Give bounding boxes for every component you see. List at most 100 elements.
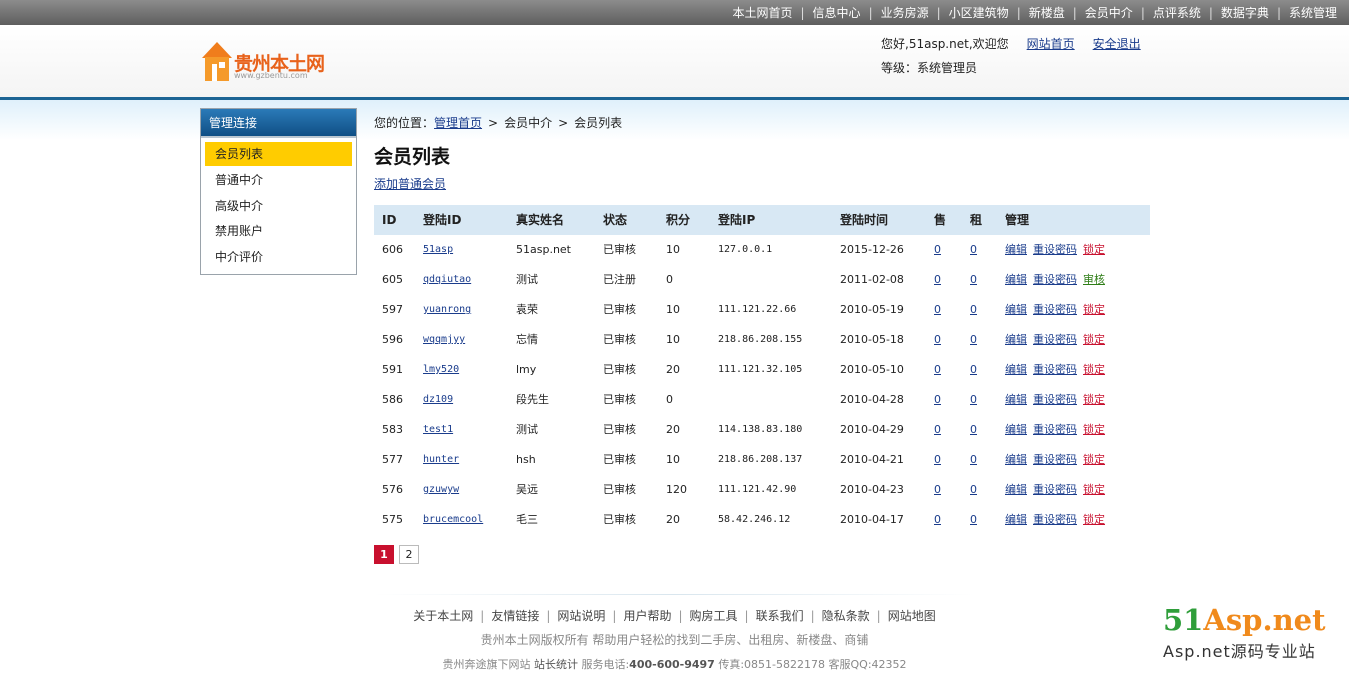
topnav-item-reviews[interactable]: 点评系统	[1153, 4, 1201, 21]
edit-link[interactable]: 编辑	[1005, 513, 1027, 526]
reset-password-link[interactable]: 重设密码	[1033, 393, 1077, 406]
cell-sell-link[interactable]: 0	[934, 355, 941, 385]
edit-link[interactable]: 编辑	[1005, 393, 1027, 406]
reset-password-link[interactable]: 重设密码	[1033, 423, 1077, 436]
lock-link[interactable]: 锁定	[1083, 453, 1105, 466]
cell-sell-link[interactable]: 0	[934, 325, 941, 355]
reset-password-link[interactable]: 重设密码	[1033, 483, 1077, 496]
edit-link[interactable]: 编辑	[1005, 243, 1027, 256]
cell-rent-link[interactable]: 0	[970, 325, 977, 355]
top-nav: 本土网首页 | 信息中心 | 业务房源 | 小区建筑物 | 新楼盘 | 会员中介…	[732, 0, 1337, 25]
footer-link-help[interactable]: 用户帮助	[623, 609, 671, 623]
cell-rent-link[interactable]: 0	[970, 235, 977, 265]
cell-manage: 编辑 重设密码 锁定	[1005, 235, 1111, 265]
reset-password-link[interactable]: 重设密码	[1033, 513, 1077, 526]
cell-login-id-link[interactable]: qdqiutao	[423, 265, 471, 295]
cell-sell-link[interactable]: 0	[934, 385, 941, 415]
cell-rent-link[interactable]: 0	[970, 295, 977, 325]
reset-password-link[interactable]: 重设密码	[1033, 363, 1077, 376]
cell-rent-link[interactable]: 0	[970, 385, 977, 415]
topnav-item-members[interactable]: 会员中介	[1085, 4, 1133, 21]
lock-link[interactable]: 锁定	[1083, 513, 1105, 526]
cell-score: 10	[666, 453, 680, 466]
cell-login-id-link[interactable]: test1	[423, 415, 453, 445]
lock-link[interactable]: 锁定	[1083, 333, 1105, 346]
cell-id: 583	[382, 423, 403, 436]
cell-id: 575	[382, 513, 403, 526]
footer-link-about[interactable]: 关于本土网	[413, 609, 473, 623]
reset-password-link[interactable]: 重设密码	[1033, 303, 1077, 316]
cell-sell-link[interactable]: 0	[934, 505, 941, 535]
edit-link[interactable]: 编辑	[1005, 423, 1027, 436]
site-home-link[interactable]: 网站首页	[1027, 35, 1075, 52]
reset-password-link[interactable]: 重设密码	[1033, 273, 1077, 286]
lock-link[interactable]: 锁定	[1083, 243, 1105, 256]
cell-status: 已注册	[603, 273, 636, 286]
cell-login-id-link[interactable]: brucemcool	[423, 505, 483, 535]
cell-login-id-link[interactable]: yuanrong	[423, 295, 471, 325]
lock-link[interactable]: 锁定	[1083, 303, 1105, 316]
footer-link-privacy[interactable]: 隐私条款	[822, 609, 870, 623]
footer-link-about-site[interactable]: 网站说明	[557, 609, 605, 623]
cell-login-id-link[interactable]: lmy520	[423, 355, 459, 385]
reset-password-link[interactable]: 重设密码	[1033, 243, 1077, 256]
footer-link-friends[interactable]: 友情链接	[491, 609, 539, 623]
reset-password-link[interactable]: 重设密码	[1033, 453, 1077, 466]
cell-rent-link[interactable]: 0	[970, 355, 977, 385]
topnav-item-home[interactable]: 本土网首页	[732, 4, 792, 21]
cell-login-id-link[interactable]: 51asp	[423, 235, 453, 265]
edit-link[interactable]: 编辑	[1005, 453, 1027, 466]
edit-link[interactable]: 编辑	[1005, 303, 1027, 316]
cell-sell-link[interactable]: 0	[934, 235, 941, 265]
topnav-item-info[interactable]: 信息中心	[813, 4, 861, 21]
footer-contact: 贵州奔途旗下网站 站长统计 服务电话:400-600-9497 传真:0851-…	[0, 656, 1349, 672]
add-member-link[interactable]: 添加普通会员	[374, 175, 446, 192]
cell-rent-link[interactable]: 0	[970, 505, 977, 535]
cell-login-id-link[interactable]: wqqmjyy	[423, 325, 465, 355]
sidebar-item-senior-agent[interactable]: 高级中介	[205, 194, 352, 218]
lock-link[interactable]: 锁定	[1083, 423, 1105, 436]
reset-password-link[interactable]: 重设密码	[1033, 333, 1077, 346]
lock-link[interactable]: 锁定	[1083, 363, 1105, 376]
edit-link[interactable]: 编辑	[1005, 483, 1027, 496]
footer-stats-link[interactable]: 站长统计	[534, 658, 578, 671]
topnav-item-buildings[interactable]: 小区建筑物	[949, 4, 1009, 21]
sidebar-item-member-list[interactable]: 会员列表	[205, 142, 352, 166]
cell-sell-link[interactable]: 0	[934, 295, 941, 325]
sidebar-item-disabled-accounts[interactable]: 禁用账户	[205, 219, 352, 243]
cell-rent-link[interactable]: 0	[970, 415, 977, 445]
cell-login-id-link[interactable]: hunter	[423, 445, 459, 475]
breadcrumb-current: 会员列表	[574, 116, 623, 130]
cell-rent-link[interactable]: 0	[970, 445, 977, 475]
page-2-button[interactable]: 2	[399, 545, 419, 564]
lock-link[interactable]: 锁定	[1083, 483, 1105, 496]
footer-link-sitemap[interactable]: 网站地图	[888, 609, 936, 623]
cell-rent-link[interactable]: 0	[970, 265, 977, 295]
cell-sell-link[interactable]: 0	[934, 445, 941, 475]
topnav-item-system[interactable]: 系统管理	[1289, 4, 1337, 21]
cell-rent-link[interactable]: 0	[970, 475, 977, 505]
topnav-item-listings[interactable]: 业务房源	[881, 4, 929, 21]
edit-link[interactable]: 编辑	[1005, 273, 1027, 286]
topnav-separator: |	[936, 5, 941, 20]
topnav-item-dictionary[interactable]: 数据字典	[1221, 4, 1269, 21]
audit-link[interactable]: 审核	[1083, 273, 1105, 286]
lock-link[interactable]: 锁定	[1083, 393, 1105, 406]
cell-sell-link[interactable]: 0	[934, 415, 941, 445]
sidebar-item-agent-reviews[interactable]: 中介评价	[205, 245, 352, 269]
edit-link[interactable]: 编辑	[1005, 333, 1027, 346]
footer-link-contact[interactable]: 联系我们	[756, 609, 804, 623]
breadcrumb: 您的位置：管理首页 > 会员中介 > 会员列表	[374, 114, 622, 131]
topnav-item-new-projects[interactable]: 新楼盘	[1029, 4, 1065, 21]
cell-id: 605	[382, 273, 403, 286]
cell-login-id-link[interactable]: dz109	[423, 385, 453, 415]
breadcrumb-home-link[interactable]: 管理首页	[434, 116, 482, 130]
edit-link[interactable]: 编辑	[1005, 363, 1027, 376]
page-1-button[interactable]: 1	[374, 545, 394, 564]
cell-sell-link[interactable]: 0	[934, 475, 941, 505]
sidebar-item-normal-agent[interactable]: 普通中介	[205, 168, 352, 192]
cell-sell-link[interactable]: 0	[934, 265, 941, 295]
footer-link-tools[interactable]: 购房工具	[690, 609, 738, 623]
cell-login-id-link[interactable]: gzuwyw	[423, 475, 459, 505]
logout-link[interactable]: 安全退出	[1093, 35, 1141, 52]
